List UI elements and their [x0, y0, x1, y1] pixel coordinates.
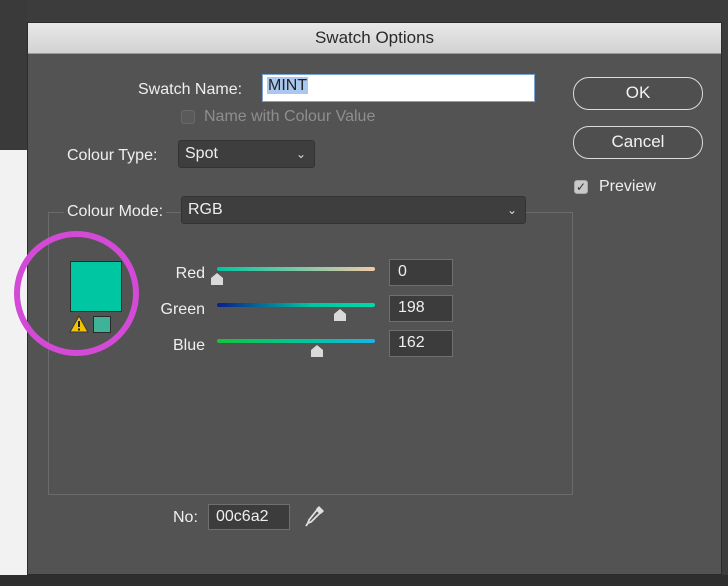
preview-label: Preview [599, 178, 656, 195]
colour-type-label: Colour Type: [67, 147, 158, 164]
ok-button[interactable]: OK [573, 77, 703, 110]
background-app-strip [0, 0, 728, 22]
preview-checkbox[interactable]: ✓ [574, 180, 588, 194]
green-value-input[interactable]: 198 [389, 295, 453, 322]
hex-label: No: [173, 509, 198, 526]
name-with-colour-value-checkbox[interactable] [181, 110, 195, 124]
swatch-name-value: MINT [267, 77, 309, 94]
colour-mode-value: RGB [188, 201, 223, 218]
hex-value-input[interactable]: 00c6a2 [208, 504, 290, 530]
blue-label: Blue [172, 337, 205, 354]
background-app-canvas [0, 150, 27, 586]
cancel-button[interactable]: Cancel [573, 126, 703, 159]
blue-slider-thumb[interactable] [311, 345, 324, 357]
green-label: Green [160, 301, 205, 318]
red-label: Red [175, 265, 205, 282]
red-value-input[interactable]: 0 [389, 259, 453, 286]
colour-mode-select[interactable]: RGB ⌄ [181, 196, 526, 224]
blue-slider-track[interactable] [217, 339, 375, 343]
background-app-bottom [0, 575, 728, 586]
blue-value-input[interactable]: 162 [389, 330, 453, 357]
highlight-ring-annotation [14, 231, 139, 356]
chevron-down-icon: ⌄ [506, 203, 517, 217]
background-app-right [722, 0, 728, 586]
chevron-down-icon: ⌄ [295, 147, 306, 161]
swatch-name-label: Swatch Name: [138, 81, 243, 98]
swatch-name-input[interactable]: MINT [262, 74, 535, 102]
colour-mode-label: Colour Mode: [64, 203, 167, 221]
name-with-colour-value-label: Name with Colour Value [204, 108, 376, 125]
red-slider-track[interactable] [217, 267, 375, 271]
colour-type-value: Spot [185, 145, 218, 162]
colour-type-select[interactable]: Spot ⌄ [178, 140, 315, 168]
eyedropper-icon[interactable] [304, 504, 326, 528]
dialog-title: Swatch Options [28, 23, 721, 54]
red-slider-thumb[interactable] [211, 273, 223, 285]
green-slider-thumb[interactable] [333, 309, 346, 321]
green-slider-track[interactable] [217, 303, 375, 307]
